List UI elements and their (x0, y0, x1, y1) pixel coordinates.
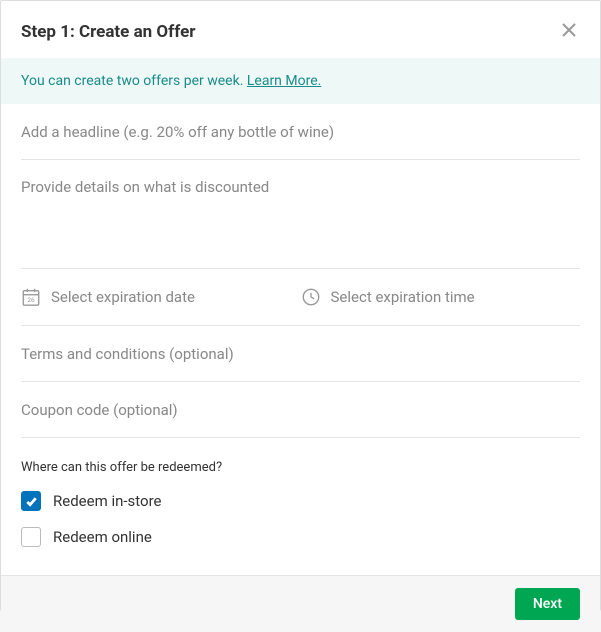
modal-footer: Next (1, 575, 600, 632)
redeem-in-store-row[interactable]: Redeem in-store (21, 491, 580, 511)
create-offer-modal: Step 1: Create an Offer You can create t… (0, 0, 601, 611)
learn-more-link[interactable]: Learn More. (247, 73, 321, 89)
clock-icon (301, 287, 321, 307)
next-button[interactable]: Next (515, 588, 580, 620)
redeem-section: Where can this offer be redeemed? Redeem… (21, 438, 580, 575)
calendar-icon: 26 (21, 287, 41, 307)
coupon-field (21, 382, 580, 438)
redeem-online-row[interactable]: Redeem online (21, 527, 580, 547)
date-time-row: 26 (21, 269, 580, 326)
redeem-in-store-checkbox[interactable] (21, 491, 41, 511)
details-field (21, 160, 580, 269)
terms-field (21, 326, 580, 382)
headline-input[interactable] (21, 123, 580, 141)
info-banner: You can create two offers per week. Lear… (1, 58, 600, 104)
expiration-date-field[interactable]: 26 (21, 269, 301, 325)
redeem-online-checkbox[interactable] (21, 527, 41, 547)
modal-header: Step 1: Create an Offer (1, 1, 600, 58)
expiration-time-input[interactable] (331, 288, 581, 306)
redeem-in-store-label: Redeem in-store (53, 492, 161, 510)
coupon-input[interactable] (21, 401, 580, 419)
svg-text:26: 26 (27, 296, 35, 304)
expiration-date-input[interactable] (51, 288, 301, 306)
step-title: Step 1: Create an Offer (21, 22, 196, 42)
headline-field (21, 104, 580, 160)
terms-input[interactable] (21, 345, 580, 363)
details-textarea[interactable] (21, 178, 580, 256)
close-icon (562, 23, 576, 40)
close-button[interactable] (558, 19, 580, 44)
redeem-title: Where can this offer be redeemed? (21, 460, 580, 475)
form-body: 26 Where can this offe (1, 104, 600, 575)
expiration-time-field[interactable] (301, 269, 581, 325)
redeem-online-label: Redeem online (53, 528, 152, 546)
info-banner-text: You can create two offers per week. (21, 73, 247, 89)
